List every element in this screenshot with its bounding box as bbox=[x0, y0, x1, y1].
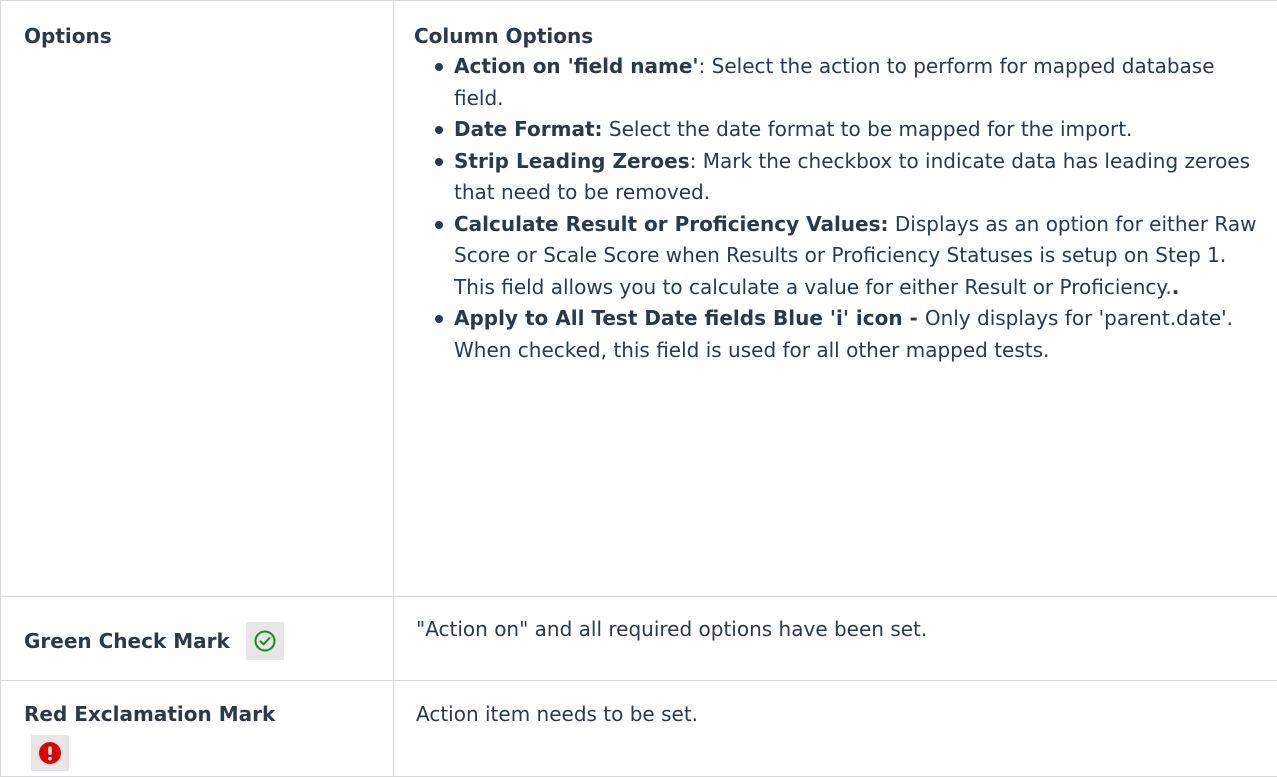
table-row-green-check: Green Check Mark "Action on" and all req… bbox=[1, 597, 1277, 681]
column-options-heading: Column Options bbox=[414, 21, 1259, 51]
table-row-red-exclamation: Red Exclamation Mark Action item needs t… bbox=[1, 681, 1277, 777]
green-check-description: "Action on" and all required options hav… bbox=[394, 597, 1277, 644]
option-tail: . bbox=[1172, 275, 1180, 299]
options-table: Options Column Options Action on 'field … bbox=[0, 0, 1277, 777]
green-description-cell: "Action on" and all required options hav… bbox=[394, 597, 1277, 681]
red-description-cell: Action item needs to be set. bbox=[394, 681, 1277, 777]
check-circle-icon bbox=[246, 622, 284, 660]
options-label: Options bbox=[1, 1, 393, 51]
list-item: Date Format: Select the date format to b… bbox=[454, 114, 1259, 146]
column-options-list: Action on 'field name': Select the actio… bbox=[414, 51, 1259, 366]
red-exclamation-label: Red Exclamation Mark bbox=[24, 699, 393, 729]
bullet-icon bbox=[435, 63, 443, 71]
options-label-cell: Options bbox=[1, 1, 394, 597]
bullet-icon bbox=[435, 158, 443, 166]
option-term: Action on 'field name' bbox=[454, 54, 699, 78]
green-check-label: Green Check Mark bbox=[24, 616, 230, 666]
list-item: Calculate Result or Proficiency Values: … bbox=[454, 209, 1259, 304]
option-term: Date Format: bbox=[454, 117, 603, 141]
green-label-cell: Green Check Mark bbox=[1, 597, 394, 681]
option-term: Calculate Result or Proficiency Values: bbox=[454, 212, 889, 236]
table-row-options: Options Column Options Action on 'field … bbox=[1, 1, 1277, 597]
option-term: Apply to All Test Date fields Blue 'i' i… bbox=[454, 306, 925, 330]
option-text: Select the date format to be mapped for … bbox=[603, 117, 1133, 141]
exclamation-circle-icon bbox=[31, 735, 69, 771]
bullet-icon bbox=[435, 315, 443, 323]
options-description-cell: Column Options Action on 'field name': S… bbox=[394, 1, 1277, 597]
list-item: Strip Leading Zeroes: Mark the checkbox … bbox=[454, 146, 1259, 209]
bullet-icon bbox=[435, 126, 443, 134]
list-item: Action on 'field name': Select the actio… bbox=[454, 51, 1259, 114]
bullet-icon bbox=[435, 221, 443, 229]
list-item: Apply to All Test Date fields Blue 'i' i… bbox=[454, 303, 1259, 366]
red-exclamation-description: Action item needs to be set. bbox=[394, 681, 1277, 729]
option-term: Strip Leading Zeroes bbox=[454, 149, 690, 173]
red-label-cell: Red Exclamation Mark bbox=[1, 681, 394, 777]
